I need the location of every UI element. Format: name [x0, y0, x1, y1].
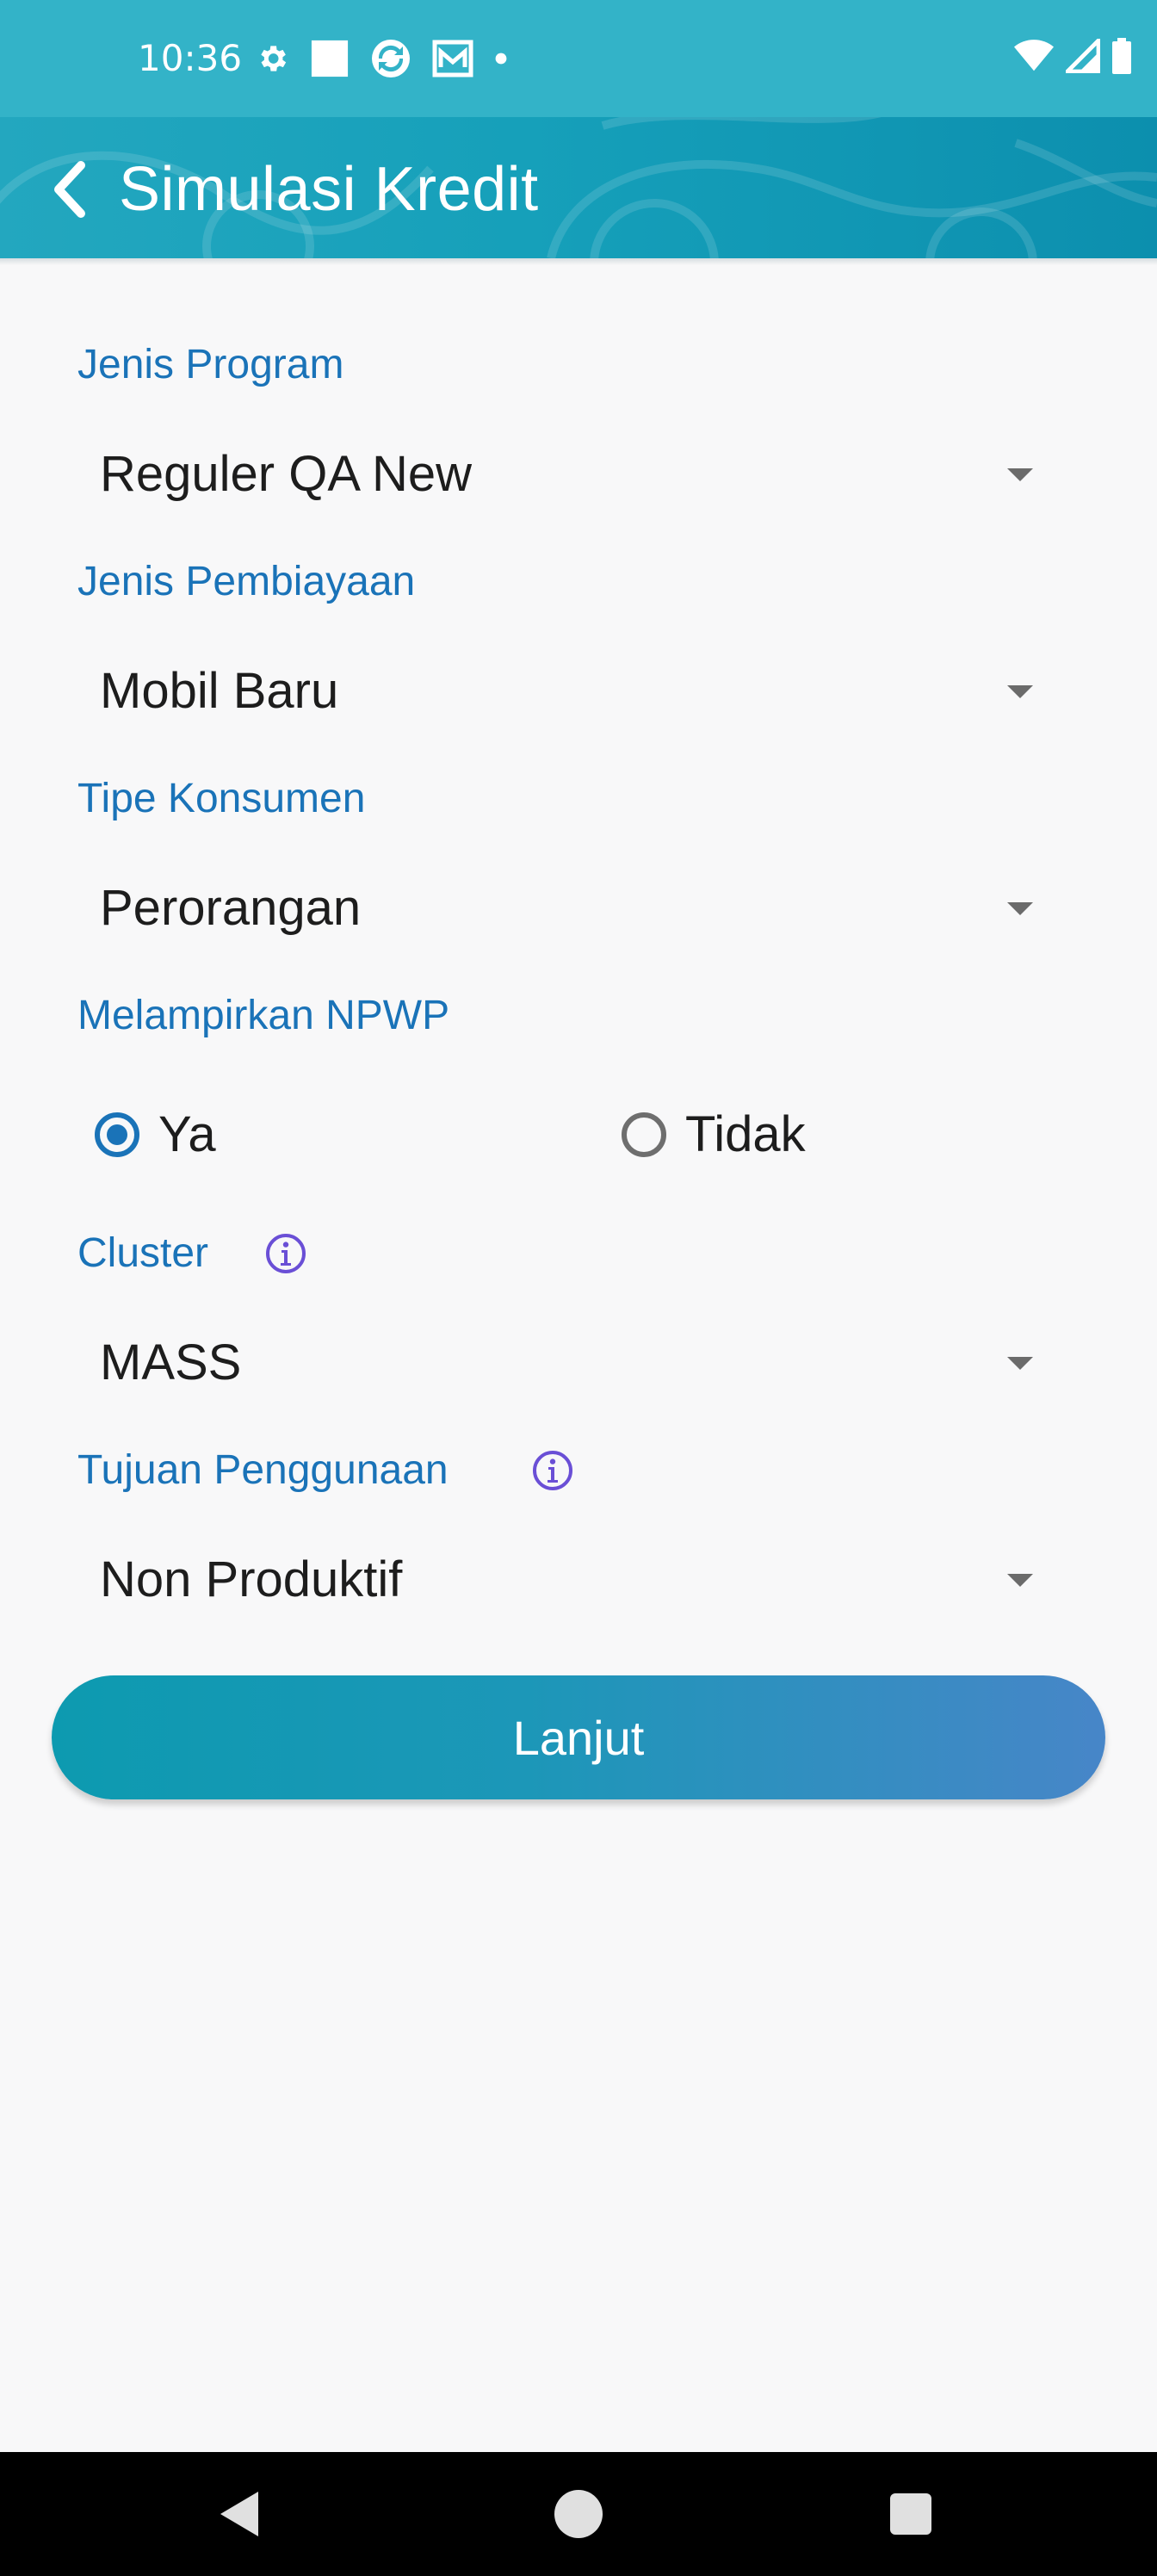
- jenis-program-value: Reguler QA New: [100, 446, 472, 502]
- dropdown-arrow-icon: [1007, 468, 1033, 481]
- npwp-option-tidak-label: Tidak: [685, 1106, 806, 1162]
- lanjut-button[interactable]: Lanjut: [52, 1675, 1105, 1799]
- header-shadow: [0, 258, 1157, 265]
- gear-icon: [261, 46, 287, 71]
- home-circle-icon[interactable]: [551, 2486, 606, 2542]
- tujuan-penggunaan-label: Tujuan Penggunaan: [77, 1447, 449, 1493]
- mail-icon: [432, 40, 473, 77]
- tipe-konsumen-label: Tipe Konsumen: [77, 776, 366, 821]
- cluster-dropdown[interactable]: MASS: [77, 1310, 1059, 1414]
- dropdown-arrow-icon: [1007, 685, 1033, 698]
- cluster-label: Cluster: [77, 1230, 209, 1276]
- recents-square-icon[interactable]: [883, 2486, 938, 2542]
- dropdown-arrow-icon: [1007, 1357, 1033, 1370]
- status-time: 10:36: [138, 37, 243, 79]
- jenis-pembiayaan-label: Jenis Pembiayaan: [77, 559, 416, 604]
- system-icons: [1014, 38, 1131, 74]
- dropdown-arrow-icon: [1007, 1574, 1033, 1587]
- npwp-option-tidak[interactable]: Tidak: [622, 1100, 806, 1169]
- signal-icon: [1066, 39, 1100, 73]
- cluster-value: MASS: [100, 1334, 242, 1390]
- back-button[interactable]: [43, 155, 95, 224]
- jenis-program-dropdown[interactable]: Reguler QA New: [77, 422, 1059, 525]
- back-triangle-icon[interactable]: [213, 2486, 269, 2542]
- npwp-option-ya-label: Ya: [158, 1106, 216, 1162]
- tujuan-penggunaan-info-icon[interactable]: [532, 1450, 573, 1491]
- app-header: Simulasi Kredit: [0, 117, 1157, 258]
- battery-icon: [1112, 38, 1131, 74]
- page-title: Simulasi Kredit: [119, 155, 539, 224]
- jenis-pembiayaan-dropdown[interactable]: Mobil Baru: [77, 639, 1059, 742]
- tipe-konsumen-value: Perorangan: [100, 880, 362, 936]
- dropdown-arrow-icon: [1007, 902, 1033, 915]
- jenis-program-label: Jenis Program: [77, 342, 344, 387]
- radio-checked-icon: [95, 1112, 139, 1157]
- notification-icons: [255, 38, 508, 79]
- npwp-label: Melampirkan NPWP: [77, 993, 450, 1038]
- sync-app-icon: [372, 40, 410, 77]
- system-nav-bar: [0, 2452, 1157, 2576]
- square-icon: [311, 40, 349, 77]
- jenis-pembiayaan-value: Mobil Baru: [100, 663, 339, 719]
- cluster-info-icon[interactable]: [265, 1233, 306, 1274]
- dot-icon: [495, 53, 507, 65]
- tipe-konsumen-dropdown[interactable]: Perorangan: [77, 856, 1059, 959]
- radio-unchecked-icon: [622, 1112, 666, 1157]
- status-bar: 10:36: [0, 0, 1157, 117]
- wifi-icon: [1014, 40, 1054, 71]
- tujuan-penggunaan-value: Non Produktif: [100, 1551, 403, 1607]
- tujuan-penggunaan-dropdown[interactable]: Non Produktif: [77, 1527, 1059, 1631]
- npwp-option-ya[interactable]: Ya: [95, 1100, 216, 1169]
